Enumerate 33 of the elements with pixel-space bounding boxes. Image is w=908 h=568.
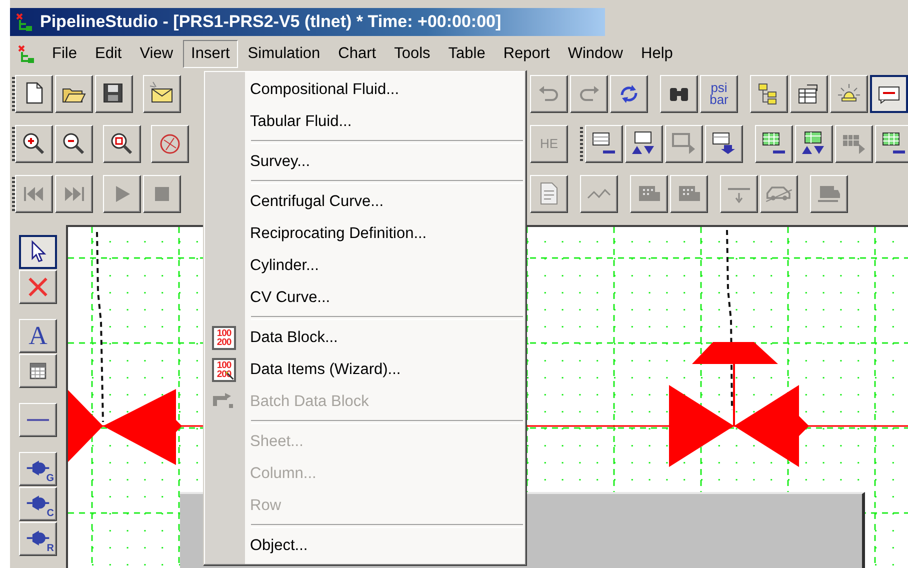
menu-option[interactable]: Centrifugal Curve... (204, 186, 526, 218)
menu-item[interactable]: Window (560, 40, 631, 68)
line-segment-icon (25, 419, 51, 421)
data-block-icon: 100 200 (212, 326, 236, 350)
menu-item[interactable]: Table (440, 40, 494, 68)
toolbar-button[interactable] (870, 75, 908, 113)
menu-option[interactable]: Compositional Fluid... (204, 74, 526, 106)
menu-option[interactable]: Tabular Fluid... (204, 106, 526, 138)
crossed-car-icon (765, 184, 793, 204)
app-logo-icon (14, 12, 34, 32)
menu-option[interactable]: CV Curve... (204, 282, 526, 314)
menu-item[interactable]: Tools (386, 40, 438, 68)
menu-item[interactable]: Report (495, 40, 558, 68)
menu-item[interactable]: File (44, 40, 85, 68)
document-menu-icon[interactable] (16, 44, 36, 64)
window-title: PipelineStudio - [PRS1-PRS2-V5 (tlnet) * Time: +00:00:00] (40, 12, 502, 32)
tool-button[interactable] (19, 235, 57, 269)
menu-item[interactable]: Help (633, 40, 681, 68)
toolbar-button[interactable]: psi bar (700, 75, 738, 113)
menu-item[interactable]: Insert (183, 40, 238, 68)
menu-item[interactable]: Chart (330, 40, 384, 68)
menu-option[interactable]: Survey... (204, 146, 526, 178)
menu-option[interactable]: 100 200 Data Block... (204, 322, 526, 354)
menu-option[interactable]: Object... (204, 530, 526, 562)
menu-option[interactable]: Reciprocating Definition... (204, 218, 526, 250)
menu-item[interactable]: Simulation (240, 40, 328, 68)
tool-button[interactable]: R (19, 522, 57, 556)
menu-option[interactable]: Cylinder... (204, 250, 526, 282)
menu-item[interactable]: View (132, 40, 182, 68)
tool-button[interactable]: C (19, 487, 57, 521)
tool-button[interactable]: A (19, 319, 57, 353)
menu-item[interactable]: Edit (86, 40, 130, 68)
tool-button[interactable]: G (19, 452, 57, 486)
